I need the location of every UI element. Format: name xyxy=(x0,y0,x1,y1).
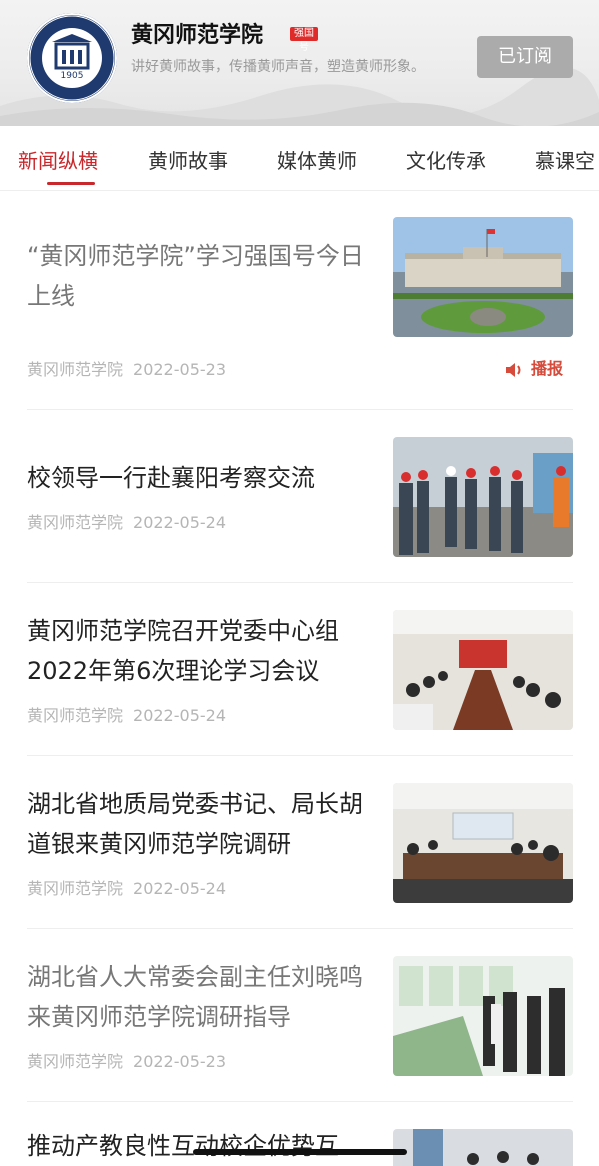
article-source: 黄冈师范学院 xyxy=(27,513,124,532)
article-source: 黄冈师范学院 xyxy=(27,706,124,725)
article-thumbnail[interactable] xyxy=(393,956,573,1076)
article-title[interactable]: “黄冈师范学院”学习强国号今日上线 xyxy=(27,236,372,316)
article-meta: 黄冈师范学院 2022-05-23 xyxy=(27,356,226,380)
account-slogan: 讲好黄师故事，传播黄师声音，塑造黄师形象。 xyxy=(131,59,425,75)
article-source: 黄冈师范学院 xyxy=(27,360,124,379)
article-thumbnail[interactable] xyxy=(393,610,573,730)
article-thumbnail[interactable] xyxy=(393,783,573,903)
article-meta: 黄冈师范学院 2022-05-23 xyxy=(27,1048,226,1072)
article-date: 2022-05-24 xyxy=(133,879,226,898)
article-title[interactable]: 湖北省地质局党委书记、局长胡道银来黄冈师范学院调研 xyxy=(27,784,372,864)
divider xyxy=(27,755,573,756)
divider xyxy=(27,409,573,410)
article-thumbnail[interactable] xyxy=(393,217,573,337)
article-source: 黄冈师范学院 xyxy=(27,879,124,898)
account-title: 黄冈师范学院 xyxy=(131,23,264,48)
article-meta: 黄冈师范学院 2022-05-24 xyxy=(27,509,226,533)
subscribe-button[interactable]: 已订阅 xyxy=(477,36,573,78)
tab-mooc[interactable]: 慕课空 xyxy=(535,145,595,174)
university-logo: 1905 xyxy=(27,13,117,103)
article-date: 2022-05-24 xyxy=(133,706,226,725)
divider xyxy=(27,928,573,929)
tab-news[interactable]: 新闻纵横 xyxy=(18,145,98,174)
article-title[interactable]: 校领导一行赴襄阳考察交流 xyxy=(27,458,372,498)
article-date: 2022-05-23 xyxy=(133,360,226,379)
article-source: 黄冈师范学院 xyxy=(27,1052,124,1071)
article-date: 2022-05-23 xyxy=(133,1052,226,1071)
broadcast-button[interactable]: 播报 xyxy=(505,355,563,379)
speaker-icon xyxy=(506,362,521,377)
tab-culture[interactable]: 文化传承 xyxy=(406,145,486,174)
article-title[interactable]: 湖北省人大常委会副主任刘晓鸣来黄冈师范学院调研指导 xyxy=(27,957,372,1037)
divider xyxy=(27,582,573,583)
broadcast-label: 播报 xyxy=(531,359,564,378)
article-title[interactable]: 黄冈师范学院召开党委中心组2022年第6次理论学习会议 xyxy=(27,611,372,691)
article-date: 2022-05-24 xyxy=(133,513,226,532)
active-tab-indicator xyxy=(47,182,95,185)
article-meta: 黄冈师范学院 2022-05-24 xyxy=(27,875,226,899)
divider xyxy=(27,1101,573,1102)
article-title[interactable]: 推动产教良性互动校企优势互 xyxy=(27,1126,372,1166)
qiangguo-badge: 强国号 xyxy=(290,27,318,53)
category-tabs: 新闻纵横 黄师故事 媒体黄师 文化传承 慕课空 xyxy=(0,127,599,191)
account-header: 1905 黄冈师范学院 强国号 讲好黄师故事，传播黄师声音，塑造黄师形象。 已订… xyxy=(0,0,599,126)
article-thumbnail[interactable] xyxy=(393,437,573,557)
tab-stories[interactable]: 黄师故事 xyxy=(148,145,228,174)
tab-media[interactable]: 媒体黄师 xyxy=(277,145,357,174)
logo-year: 1905 xyxy=(60,71,84,81)
article-meta: 黄冈师范学院 2022-05-24 xyxy=(27,702,226,726)
article-thumbnail[interactable] xyxy=(393,1129,573,1166)
home-indicator[interactable] xyxy=(193,1149,407,1155)
